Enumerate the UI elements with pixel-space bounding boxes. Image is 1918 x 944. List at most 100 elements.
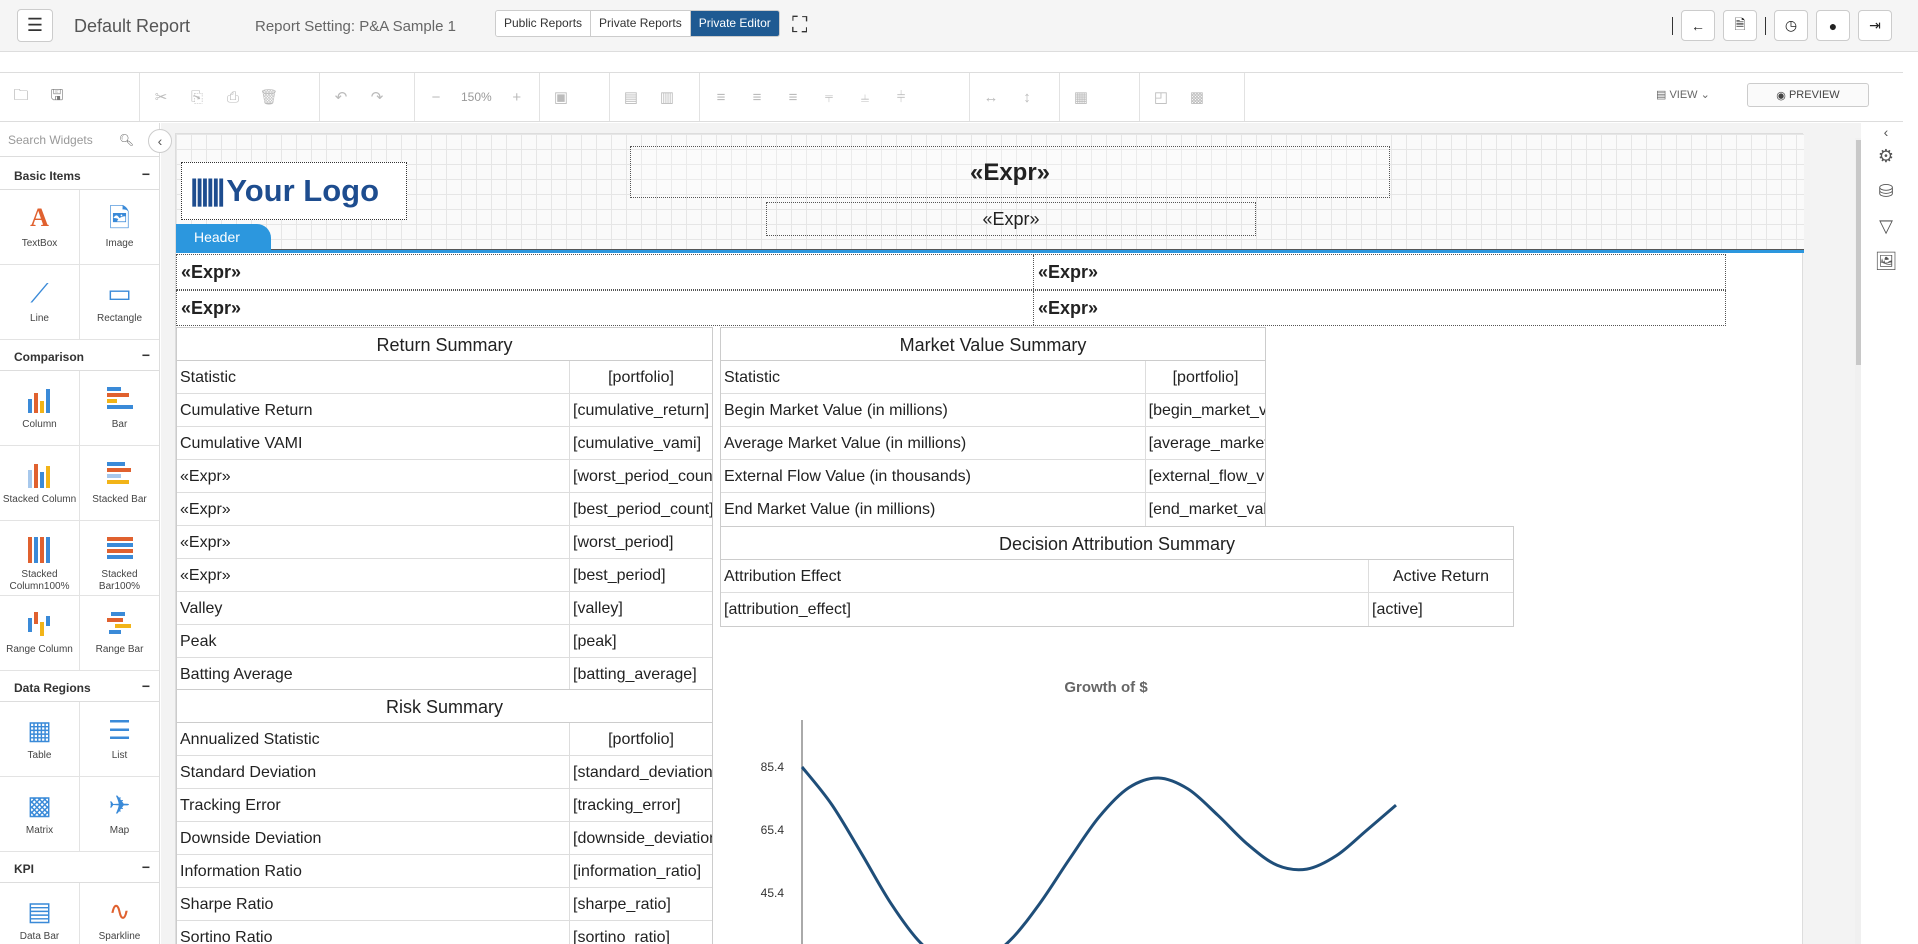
collapse-icon[interactable]: − xyxy=(142,859,150,875)
return-summary-table[interactable]: Return Summary Statistic [portfolio] Cum… xyxy=(176,327,713,692)
widget-range-column[interactable]: Range Column xyxy=(0,596,80,671)
report-title-textbox[interactable]: «Expr» xyxy=(630,146,1390,198)
align-right-icon[interactable]: ≡ xyxy=(782,89,804,106)
align-center-icon[interactable]: ≡ xyxy=(746,89,768,106)
same-width-icon[interactable]: ▤ xyxy=(620,88,642,106)
category-comparison[interactable]: Comparison − xyxy=(0,341,159,371)
widget-column[interactable]: Column xyxy=(0,371,80,446)
widget-stacked-column[interactable]: Stacked Column xyxy=(0,446,80,521)
zoom-in-icon[interactable]: + xyxy=(506,89,528,106)
search-icon[interactable]: 🔍︎ xyxy=(119,133,134,147)
clipboard-group: ✂ ⎘ ⎙ 🗑 xyxy=(140,73,320,121)
align-bottom-icon[interactable]: ⫩ xyxy=(890,89,912,106)
grid-icon[interactable]: ▦ xyxy=(1070,88,1092,106)
back-arrow-icon[interactable]: ← xyxy=(1681,10,1715,41)
align-top-icon[interactable]: ⫧ xyxy=(818,89,840,106)
header-tab[interactable]: Header xyxy=(176,224,271,250)
risk-summary-table[interactable]: Risk Summary Annualized Statistic [portf… xyxy=(176,689,713,944)
spacing-group: ↔ ↕ xyxy=(970,73,1060,121)
report-page: |||||| Your Logo «Expr» «Expr» Header «E… xyxy=(175,133,1804,944)
widget-range-bar[interactable]: Range Bar xyxy=(80,596,159,671)
widget-image[interactable]: 🖻 Image xyxy=(80,190,159,265)
widget-textbox[interactable]: A TextBox xyxy=(0,190,80,265)
vertical-spacing-icon[interactable]: ↕ xyxy=(1016,89,1038,106)
table-cell: [cumulative_vami] xyxy=(573,435,702,452)
widget-label: Sparkline xyxy=(98,931,141,942)
expr-cell[interactable]: «Expr» xyxy=(1034,255,1724,289)
table-row: «Expr» [worst_period_count] xyxy=(177,460,712,493)
document-icon[interactable]: 🗎 xyxy=(1723,10,1757,41)
tab-public-reports[interactable]: Public Reports xyxy=(496,11,592,36)
expr-cell[interactable]: «Expr» xyxy=(177,255,1034,289)
table-cell: [attribution_effect] xyxy=(721,593,1369,626)
category-basic-items[interactable]: Basic Items − xyxy=(0,160,159,190)
preview-button[interactable]: ◉ PREVIEW xyxy=(1747,83,1869,107)
align-left-icon[interactable]: ≡ xyxy=(710,89,732,106)
menu-icon[interactable]: ☰ xyxy=(17,9,53,42)
table-cell: [average_market_value] xyxy=(1148,435,1265,452)
category-data-regions[interactable]: Data Regions − xyxy=(0,672,159,702)
widget-stacked-bar-100[interactable]: Stacked Bar100% xyxy=(80,521,159,596)
save-icon[interactable]: 🖫 xyxy=(46,85,68,110)
expr-cell[interactable]: «Expr» xyxy=(177,291,1034,325)
view-menu[interactable]: ▤ VIEW ⌄ xyxy=(1656,88,1710,101)
expr-cell[interactable]: «Expr» xyxy=(1034,291,1724,325)
clock-icon[interactable]: ◷ xyxy=(1774,10,1808,41)
widget-matrix[interactable]: ▩ Matrix xyxy=(0,777,80,852)
zoom-level[interactable]: 150% xyxy=(461,90,492,104)
fullscreen-icon[interactable]: ⛶ xyxy=(792,12,807,38)
widget-stacked-bar[interactable]: Stacked Bar xyxy=(80,446,159,521)
category-kpi[interactable]: KPI − xyxy=(0,853,159,883)
database-icon[interactable]: ⛁ xyxy=(1871,176,1901,206)
widget-label: Image xyxy=(105,238,134,249)
collapse-icon[interactable]: − xyxy=(142,678,150,694)
zoom-out-icon[interactable]: − xyxy=(425,89,447,106)
snap-to-lines-icon[interactable]: ▩ xyxy=(1186,88,1208,106)
user-icon[interactable]: ● xyxy=(1816,10,1850,41)
table-row: «Expr» [worst_period] xyxy=(177,526,712,559)
paste-icon[interactable]: ⎙ xyxy=(222,89,244,106)
widget-stacked-column-100[interactable]: Stacked Column100% xyxy=(0,521,80,596)
widget-sparkline[interactable]: ∿ Sparkline xyxy=(80,883,159,944)
table-row: External Flow Value (in thousands) [exter… xyxy=(721,460,1265,493)
report-header[interactable]: |||||| Your Logo «Expr» «Expr» Header xyxy=(176,134,1804,250)
line-icon: ⟋ xyxy=(30,278,49,308)
widget-data-bar[interactable]: ▤ Data Bar xyxy=(0,883,80,944)
tab-private-editor[interactable]: Private Editor xyxy=(690,11,779,36)
image-settings-icon[interactable]: 🖼︎ xyxy=(1871,246,1901,276)
snap-to-grid-icon[interactable]: ◰ xyxy=(1150,88,1172,106)
align-middle-icon[interactable]: ⫨ xyxy=(854,89,876,106)
collapse-icon[interactable]: − xyxy=(142,166,150,182)
filter-icon[interactable]: ▽ xyxy=(1871,211,1901,241)
growth-chart[interactable]: Growth of $85.465.445.425.4 xyxy=(736,662,1476,944)
widget-map[interactable]: ✈ Map xyxy=(80,777,159,852)
undo-icon[interactable]: ↶ xyxy=(330,88,352,106)
bring-to-front-icon[interactable]: ▣ xyxy=(550,88,572,106)
widget-list[interactable]: ☰ List xyxy=(80,702,159,777)
table-row: Cumulative VAMI [cumulative_vami] xyxy=(177,427,712,460)
market-value-summary-table[interactable]: Market Value Summary Statistic [portfoli… xyxy=(720,327,1266,527)
gear-icon[interactable]: ⚙ xyxy=(1871,141,1901,171)
delete-icon[interactable]: 🗑 xyxy=(258,88,280,106)
cut-icon[interactable]: ✂ xyxy=(150,88,172,106)
widget-label: Range Column xyxy=(6,644,73,655)
widget-bar[interactable]: Bar xyxy=(80,371,159,446)
decision-attribution-table[interactable]: Decision Attribution Summary Attribution… xyxy=(720,526,1514,627)
widget-line[interactable]: ⟋ Line xyxy=(0,265,80,340)
redo-icon[interactable]: ↷ xyxy=(366,88,388,106)
same-height-icon[interactable]: ▥ xyxy=(656,88,678,106)
copy-icon[interactable]: ⎘ xyxy=(186,89,208,106)
table-row: [attribution_effect] [active] xyxy=(721,593,1513,626)
logo-image[interactable]: |||||| Your Logo xyxy=(181,162,407,220)
logout-icon[interactable]: ⇥ xyxy=(1858,10,1892,41)
widget-rectangle[interactable]: ▭ Rectangle xyxy=(80,265,159,340)
top-right-actions: ← 🗎 ◷ ● ⇥ xyxy=(1672,10,1892,41)
report-subtitle-textbox[interactable]: «Expr» xyxy=(766,202,1256,236)
tab-private-reports[interactable]: Private Reports xyxy=(591,11,691,36)
widget-table[interactable]: ▦ Table xyxy=(0,702,80,777)
search-widgets-input[interactable]: Search Widgets 🔍︎ xyxy=(0,123,159,157)
collapse-icon[interactable]: − xyxy=(142,347,150,363)
open-folder-icon[interactable]: 🗀 xyxy=(10,85,32,110)
horizontal-spacing-icon[interactable]: ↔ xyxy=(980,89,1002,106)
collapse-sidebar-icon[interactable]: ‹ xyxy=(148,129,172,153)
